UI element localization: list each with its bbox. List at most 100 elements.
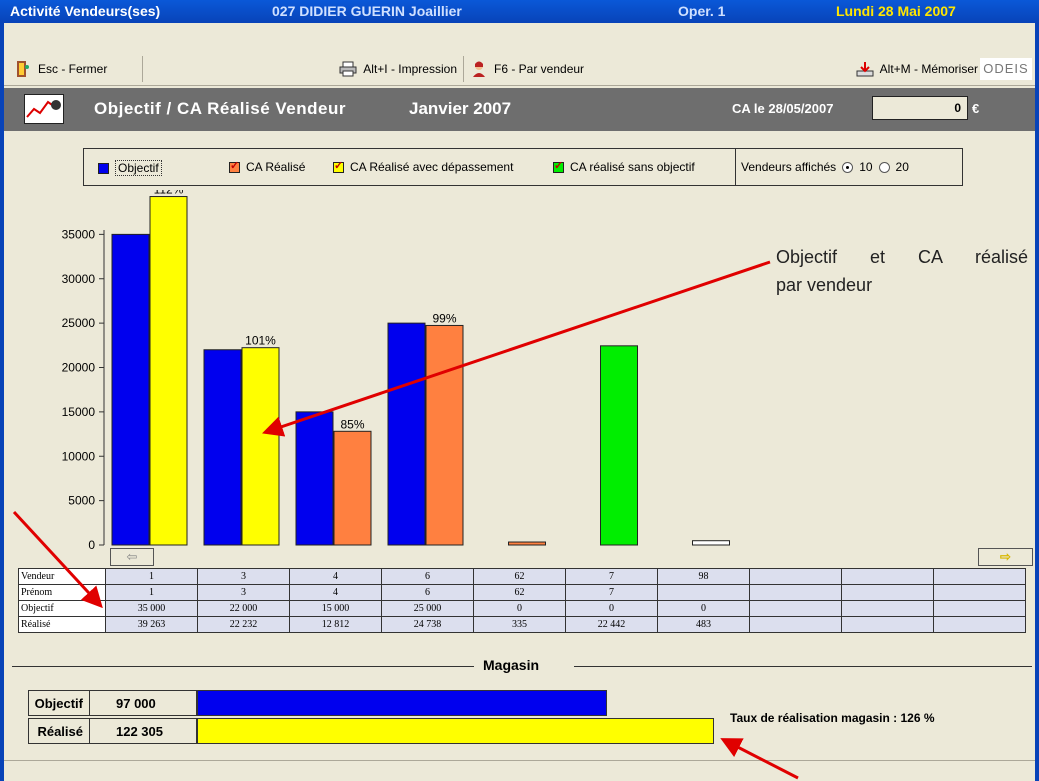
radio-20-label: 20 [895,160,909,174]
y-tick-label: 35000 [62,227,96,241]
realise-bar [149,196,188,546]
by-vendor-button[interactable]: F6 - Par vendeur [464,56,624,82]
y-tick-label: 25000 [62,316,96,330]
table-cell: 1 [105,584,198,601]
print-button[interactable]: Alt+I - Impression [304,56,464,82]
table-cell: 7 [565,568,658,585]
realise-bar [600,345,638,546]
window-title-bar: Activité Vendeurs(ses) 027 DIDIER GUERIN… [0,0,1039,23]
vendor-person-icon [473,61,485,77]
table-cell: 3 [197,568,290,585]
ca-depassement-checkbox[interactable] [333,159,344,173]
table-cell: 35 000 [105,600,198,617]
currency-label: € [972,101,980,116]
report-header: Objectif / CA Réalisé Vendeur Janvier 20… [4,88,1035,131]
table-cell: 15 000 [289,600,382,617]
table-row: Vendeur 1 3 4 6 62 7 98 [18,568,1026,585]
y-tick-label: 15000 [62,405,96,419]
table-cell: 6 [381,584,474,601]
bottom-divider [4,760,1035,761]
y-tick-label: 10000 [62,449,96,463]
legend-ca-realise[interactable]: CA Réalisé [229,159,305,174]
ca-realise-checkbox[interactable] [229,159,240,173]
scroll-left-button[interactable]: ⇦ [110,548,154,566]
table-cell: 7 [565,584,658,601]
legend-ca-sans-objectif[interactable]: CA réalisé sans objectif [553,159,695,174]
table-cell [841,600,934,617]
vendors-shown-label: Vendeurs affichés [741,160,837,174]
operator: Oper. 1 [678,3,726,19]
y-tick-label: 0 [88,538,95,550]
ca-date-label: CA le 28/05/2007 [732,101,834,116]
exit-door-icon [17,61,29,77]
table-cell: 12 812 [289,616,382,633]
arrow-to-store-bar [720,738,799,780]
table-cell: 39 263 [105,616,198,633]
table-cell [749,568,842,585]
print-label: Alt+I - Impression [363,62,457,76]
store-realise-bar [197,718,714,744]
legend-ca-depassement[interactable]: CA Réalisé avec dépassement [333,159,513,174]
table-cell: 1 [105,568,198,585]
objectif-bar [111,233,150,546]
store-objectif-value: 97 000 [89,690,197,716]
legend-ca-sans-objectif-label: CA réalisé sans objectif [570,160,695,174]
table-cell: 98 [657,568,750,585]
table-row: Objectif 35 000 22 000 15 000 25 000 0 0 0 [18,600,1026,617]
scroll-right-button[interactable]: ⇨ [978,548,1033,566]
table-cell [933,584,1026,601]
page-title: Objectif / CA Réalisé Vendeur [94,99,346,118]
store-name: 027 DIDIER GUERIN Joaillier [272,3,462,19]
realise-bar [692,540,730,546]
app-title: Activité Vendeurs(ses) [10,3,161,19]
row-header: Prénom [18,584,106,601]
annotation-line-2: par vendeur [776,275,873,295]
legend-objectif[interactable]: Objectif [98,160,162,176]
table-cell [749,616,842,633]
close-button[interactable]: Esc - Fermer [8,56,143,82]
chart-report-icon [24,94,64,124]
table-cell: 0 [565,600,658,617]
ca-sans-objectif-checkbox[interactable] [553,159,564,173]
radio-10[interactable] [842,161,854,173]
objectif-bar [295,411,334,546]
objectif-swatch [98,162,109,174]
store-achievement-rate: Taux de réalisation magasin : 126 % [730,711,935,725]
annotation-line-1: Objectif et CA réalisé [776,247,1028,267]
table-cell [657,584,750,601]
current-date: Lundi 28 Mai 2007 [836,3,956,19]
table-row: Prénom 1 3 4 6 62 7 [18,584,1026,601]
table-cell: 3 [197,584,290,601]
chart-legend: Objectif CA Réalisé CA Réalisé avec dépa… [83,148,963,186]
table-cell: 335 [473,616,566,633]
table-cell [749,584,842,601]
magasin-title: Magasin [483,657,540,673]
period-label: Janvier 2007 [409,99,512,118]
store-objectif-label: Objectif [28,690,90,716]
store-realise-label: Réalisé [28,718,90,744]
table-cell: 4 [289,568,382,585]
legend-objectif-label: Objectif [115,160,162,176]
table-cell [933,600,1026,617]
table-cell: 22 000 [197,600,290,617]
table-cell [749,600,842,617]
ca-value-field: 0 [872,96,968,120]
memorize-button[interactable]: Alt+M - Mémoriser [822,56,984,82]
close-label: Esc - Fermer [38,62,108,76]
radio-20[interactable] [878,161,890,173]
realise-bar [425,324,464,546]
by-vendor-label: F6 - Par vendeur [494,62,585,76]
radio-10-label: 10 [859,160,873,174]
percent-label: 101% [245,334,276,348]
table-cell: 25 000 [381,600,474,617]
odeis-logo: ODEIS [980,58,1032,80]
table-cell: 6 [381,568,474,585]
table-cell: 62 [473,568,566,585]
table-cell [933,568,1026,585]
table-cell [841,568,934,585]
realise-bar [241,347,280,546]
store-realise-value: 122 305 [89,718,197,744]
y-tick-label: 30000 [62,272,96,286]
table-cell: 483 [657,616,750,633]
percent-label: 112% [154,190,184,197]
